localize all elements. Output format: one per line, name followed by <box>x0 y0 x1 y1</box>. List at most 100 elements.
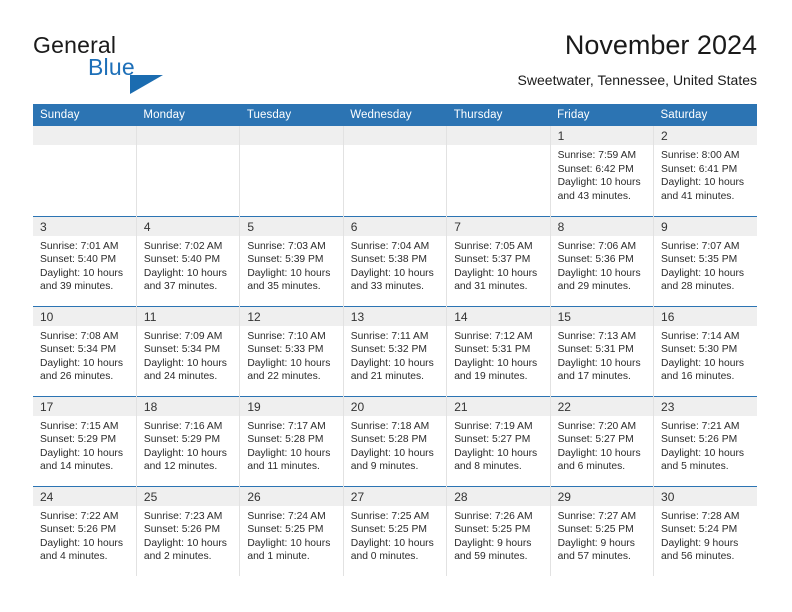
day-info-line: Daylight: 10 hours <box>557 267 641 279</box>
day-info-line: and 0 minutes. <box>350 551 419 563</box>
day-info-line: and 31 minutes. <box>454 281 528 293</box>
weekday-header-sunday: Sunday <box>33 104 137 126</box>
day-info-line: Sunrise: 7:09 AM <box>143 330 223 342</box>
general-blue-logo[interactable]: General Blue <box>33 32 233 94</box>
day-info-line: and 19 minutes. <box>454 371 528 383</box>
calendar-day-cell[interactable]: 22 Sunrise: 7:20 AM Sunset: 5:27 PM Dayligh… <box>549 395 654 486</box>
day-info-line: and 1 minute. <box>247 551 310 563</box>
day-info-line: and 56 minutes. <box>661 551 735 563</box>
day-info-line: Sunset: 5:34 PM <box>143 344 221 356</box>
day-sun-info: Sunrise: 7:59 AM Sunset: 6:42 PM Daylight:… <box>551 145 653 203</box>
calendar-day-cell[interactable]: 21 Sunrise: 7:19 AM Sunset: 5:27 PM Dayligh… <box>446 395 551 486</box>
day-info-line: Sunset: 5:28 PM <box>247 434 324 446</box>
day-info-line: Sunrise: 7:18 AM <box>350 420 430 432</box>
day-info-line: Sunset: 5:25 PM <box>350 524 427 536</box>
calendar-day-cell[interactable]: 8 Sunrise: 7:06 AM Sunset: 5:36 PM Daylight… <box>549 215 654 306</box>
day-info-line: Daylight: 9 hours <box>661 537 739 549</box>
calendar-empty-cell <box>135 126 240 216</box>
day-info-line: Daylight: 10 hours <box>143 537 227 549</box>
calendar-day-cell[interactable]: 7 Sunrise: 7:05 AM Sunset: 5:37 PM Daylight… <box>446 215 551 306</box>
day-number: 16 <box>654 306 757 326</box>
weekday-header-monday: Monday <box>136 104 240 126</box>
calendar-day-cell[interactable]: 20 Sunrise: 7:18 AM Sunset: 5:28 PM Dayligh… <box>342 395 447 486</box>
day-info-line: Sunset: 5:40 PM <box>40 254 117 266</box>
calendar-day-cell[interactable]: 10 Sunrise: 7:08 AM Sunset: 5:34 PM Dayligh… <box>33 305 137 396</box>
calendar-day-cell[interactable]: 11 Sunrise: 7:09 AM Sunset: 5:34 PM Dayligh… <box>135 305 240 396</box>
calendar-day-cell[interactable]: 3 Sunrise: 7:01 AM Sunset: 5:40 PM Daylight… <box>33 215 137 306</box>
calendar-day-cell[interactable]: 2 Sunrise: 8:00 AM Sunset: 6:41 PM Daylight… <box>653 126 757 216</box>
day-info-line: Daylight: 10 hours <box>661 267 745 279</box>
day-info-line: Sunrise: 7:28 AM <box>661 510 740 522</box>
day-info-line: Daylight: 10 hours <box>350 267 434 279</box>
calendar-day-cell[interactable]: 24 Sunrise: 7:22 AM Sunset: 5:26 PM Dayligh… <box>33 485 137 576</box>
calendar-day-cell[interactable]: 19 Sunrise: 7:17 AM Sunset: 5:28 PM Dayligh… <box>239 395 344 486</box>
day-info-line: and 33 minutes. <box>350 281 425 293</box>
calendar-day-cell[interactable]: 6 Sunrise: 7:04 AM Sunset: 5:38 PM Daylight… <box>342 215 447 306</box>
calendar-day-cell[interactable]: 13 Sunrise: 7:11 AM Sunset: 5:32 PM Dayligh… <box>342 305 447 396</box>
day-number: 21 <box>447 396 550 416</box>
calendar-day-cell[interactable]: 17 Sunrise: 7:15 AM Sunset: 5:29 PM Dayligh… <box>33 395 137 486</box>
day-info-line: Daylight: 10 hours <box>143 267 227 279</box>
day-info-line: Sunrise: 7:27 AM <box>557 510 637 522</box>
day-info-line: Sunset: 6:41 PM <box>661 163 738 175</box>
day-info-line: Sunrise: 7:11 AM <box>350 330 429 342</box>
calendar-day-cell[interactable]: 18 Sunrise: 7:16 AM Sunset: 5:29 PM Dayligh… <box>135 395 240 486</box>
day-info-line: Sunrise: 7:02 AM <box>143 240 223 252</box>
day-info-line: and 35 minutes. <box>247 281 321 293</box>
calendar-day-cell[interactable]: 29 Sunrise: 7:27 AM Sunset: 5:25 PM Dayligh… <box>549 485 654 576</box>
day-info-line: Daylight: 10 hours <box>454 357 538 369</box>
day-info-line: Sunrise: 7:59 AM <box>557 150 637 161</box>
day-info-line: Daylight: 10 hours <box>557 447 641 459</box>
day-sun-info: Sunrise: 7:07 AM Sunset: 5:35 PM Daylight:… <box>654 236 757 294</box>
calendar-day-cell[interactable]: 12 Sunrise: 7:10 AM Sunset: 5:33 PM Dayligh… <box>239 305 344 396</box>
calendar-day-cell[interactable]: 4 Sunrise: 7:02 AM Sunset: 5:40 PM Daylight… <box>135 215 240 306</box>
calendar-empty-cell <box>33 126 137 216</box>
day-info-line: and 59 minutes. <box>454 551 528 563</box>
calendar-day-cell[interactable]: 14 Sunrise: 7:12 AM Sunset: 5:31 PM Dayligh… <box>446 305 551 396</box>
day-info-line: Daylight: 9 hours <box>557 537 635 549</box>
calendar-day-cell[interactable]: 5 Sunrise: 7:03 AM Sunset: 5:39 PM Daylight… <box>239 215 344 306</box>
calendar-day-cell[interactable]: 28 Sunrise: 7:26 AM Sunset: 5:25 PM Dayligh… <box>446 485 551 576</box>
day-info-line: Daylight: 10 hours <box>661 447 745 459</box>
day-sun-info: Sunrise: 7:28 AM Sunset: 5:24 PM Daylight:… <box>654 506 757 564</box>
day-sun-info: Sunrise: 7:09 AM Sunset: 5:34 PM Daylight:… <box>137 326 239 384</box>
day-info-line: Sunset: 5:40 PM <box>143 254 221 266</box>
calendar-day-cell[interactable]: 30 Sunrise: 7:28 AM Sunset: 5:24 PM Dayligh… <box>653 485 757 576</box>
day-info-line: Daylight: 10 hours <box>557 177 641 189</box>
logo-text-blue: Blue <box>88 54 135 80</box>
day-info-line: Sunrise: 7:06 AM <box>557 240 637 252</box>
title-block: November 2024 Sweetwater, Tennessee, Uni… <box>518 28 757 90</box>
day-info-line: Daylight: 10 hours <box>661 357 745 369</box>
day-info-line: Sunrise: 7:01 AM <box>40 240 119 252</box>
day-info-line: and 14 minutes. <box>40 461 114 473</box>
calendar-day-cell[interactable]: 26 Sunrise: 7:24 AM Sunset: 5:25 PM Dayligh… <box>239 485 344 576</box>
day-number <box>447 126 550 145</box>
calendar-day-cell[interactable]: 1 Sunrise: 7:59 AM Sunset: 6:42 PM Daylight… <box>549 126 654 216</box>
page-subtitle: Sweetwater, Tennessee, United States <box>517 72 757 88</box>
day-info-line: Sunrise: 7:23 AM <box>143 510 223 522</box>
day-info-line: Daylight: 10 hours <box>350 537 434 549</box>
day-info-line: and 9 minutes. <box>350 461 419 473</box>
day-number: 5 <box>240 216 343 236</box>
calendar-empty-cell <box>342 126 447 216</box>
day-info-line: and 24 minutes. <box>143 371 218 383</box>
day-number: 26 <box>240 486 343 506</box>
day-info-line: Sunset: 5:38 PM <box>350 254 427 266</box>
calendar-day-cell[interactable]: 25 Sunrise: 7:23 AM Sunset: 5:26 PM Dayligh… <box>135 485 240 576</box>
day-info-line: Sunset: 5:25 PM <box>557 524 634 536</box>
day-info-line: and 2 minutes. <box>143 551 212 563</box>
day-number <box>33 126 136 145</box>
day-number: 2 <box>654 126 757 145</box>
day-info-line: Sunset: 5:31 PM <box>557 344 634 356</box>
day-info-line: Daylight: 10 hours <box>350 447 434 459</box>
calendar-day-cell[interactable]: 15 Sunrise: 7:13 AM Sunset: 5:31 PM Dayligh… <box>549 305 654 396</box>
calendar-day-cell[interactable]: 27 Sunrise: 7:25 AM Sunset: 5:25 PM Dayligh… <box>342 485 447 576</box>
day-info-line: Sunset: 5:37 PM <box>454 254 531 266</box>
day-number: 15 <box>550 306 654 326</box>
day-info-line: Sunrise: 7:19 AM <box>454 420 533 432</box>
day-info-line: Sunrise: 7:13 AM <box>557 330 637 342</box>
calendar-day-cell[interactable]: 9 Sunrise: 7:07 AM Sunset: 5:35 PM Daylight… <box>653 215 757 306</box>
calendar-day-cell[interactable]: 23 Sunrise: 7:21 AM Sunset: 5:26 PM Dayligh… <box>653 395 757 486</box>
day-sun-info: Sunrise: 8:00 AM Sunset: 6:41 PM Daylight:… <box>654 145 757 203</box>
calendar-day-cell[interactable]: 16 Sunrise: 7:14 AM Sunset: 5:30 PM Dayligh… <box>653 305 757 396</box>
